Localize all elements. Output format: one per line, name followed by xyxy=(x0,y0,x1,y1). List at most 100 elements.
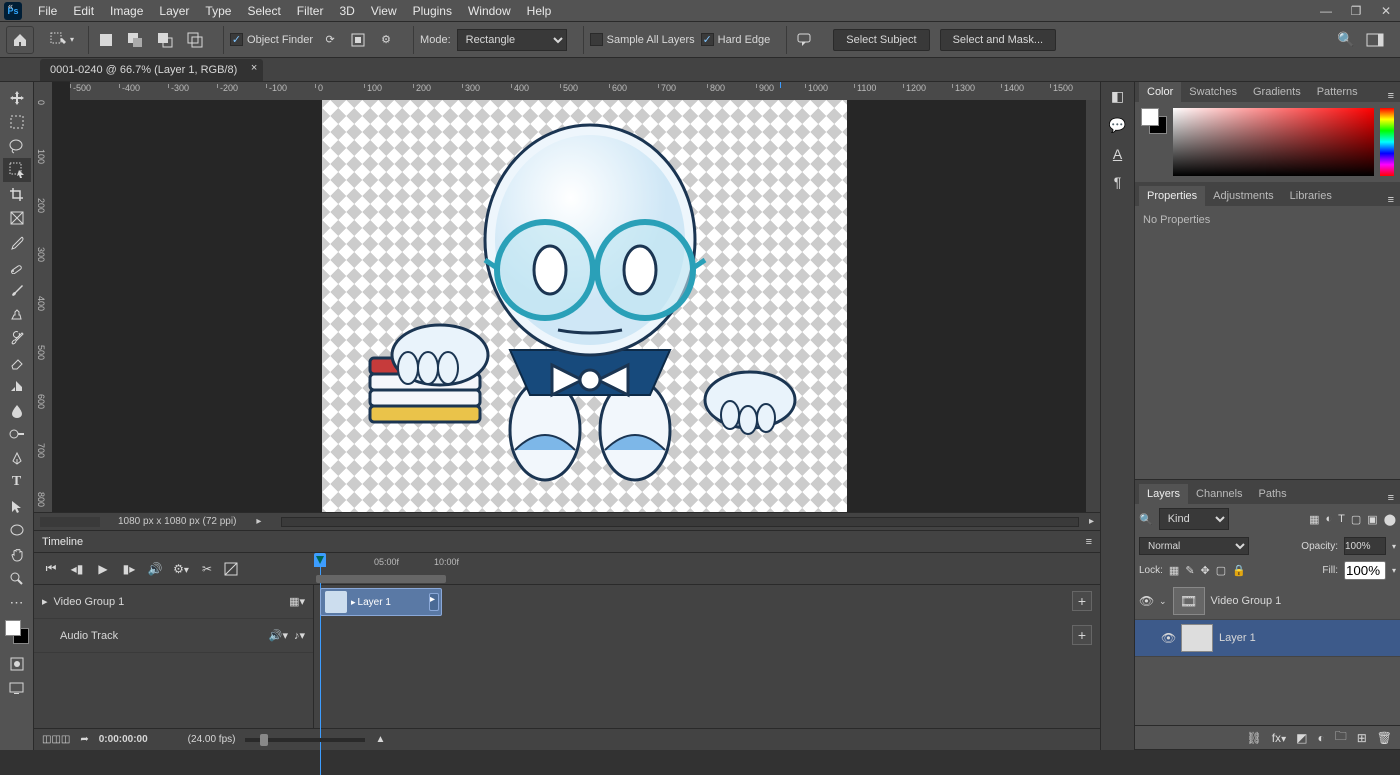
menu-file[interactable]: File xyxy=(30,4,65,18)
filter-adjust-icon[interactable]: ◐ xyxy=(1325,513,1332,526)
crop-tool-icon[interactable] xyxy=(3,182,31,206)
delete-layer-icon[interactable]: 🗑 xyxy=(1377,731,1392,745)
menu-3d[interactable]: 3D xyxy=(331,4,362,18)
vertical-ruler[interactable]: 0100200300400500600700800 xyxy=(34,100,52,512)
add-video-track-button[interactable]: + xyxy=(1072,591,1092,611)
select-subject-button[interactable]: Select Subject xyxy=(833,29,929,51)
timeline-panel-menu-icon[interactable]: ≡ xyxy=(1086,536,1092,548)
horizontal-ruler[interactable]: -500-400-300-200-10001002003004005006007… xyxy=(70,82,1100,100)
eraser-tool-icon[interactable] xyxy=(3,350,31,374)
libraries-tab[interactable]: Libraries xyxy=(1282,186,1340,206)
new-layer-icon[interactable]: ⊞ xyxy=(1357,731,1367,745)
overlay-options-icon[interactable] xyxy=(347,29,369,51)
frame-tool-icon[interactable] xyxy=(3,206,31,230)
dodge-tool-icon[interactable] xyxy=(3,422,31,446)
tool-preset-picker[interactable]: ▾ xyxy=(44,29,78,51)
gradients-tab[interactable]: Gradients xyxy=(1245,82,1309,102)
dock-comments-icon[interactable]: 💬 xyxy=(1109,117,1126,134)
filter-search-icon[interactable]: 🔍 xyxy=(1139,513,1153,526)
blur-tool-icon[interactable] xyxy=(3,398,31,422)
track-filmstrip-icon[interactable]: ▦▾ xyxy=(289,595,305,608)
patterns-tab[interactable]: Patterns xyxy=(1309,82,1366,102)
track-music-icon[interactable]: ♪▾ xyxy=(294,629,305,642)
hand-tool-icon[interactable] xyxy=(3,542,31,566)
go-to-first-frame-icon[interactable]: ⏮ xyxy=(42,561,60,576)
vertical-scrollbar[interactable] xyxy=(1086,100,1100,512)
visibility-toggle-icon[interactable]: 👁 xyxy=(1139,594,1153,608)
sample-all-layers-checkbox[interactable]: Sample All Layers xyxy=(590,33,695,46)
collapse-group-icon[interactable]: ⌄ xyxy=(1159,596,1167,607)
new-selection-icon[interactable] xyxy=(95,29,117,51)
timeline-settings-icon[interactable]: ⚙▾ xyxy=(172,562,190,576)
lasso-tool-icon[interactable] xyxy=(3,134,31,158)
clip-end-handle[interactable]: ▸ xyxy=(429,593,439,611)
color-field[interactable] xyxy=(1173,108,1374,176)
menu-window[interactable]: Window xyxy=(460,4,519,18)
color-panel-menu-icon[interactable]: ≡ xyxy=(1382,90,1400,102)
filter-pixel-icon[interactable]: ▦ xyxy=(1309,513,1319,526)
paths-tab[interactable]: Paths xyxy=(1251,484,1295,504)
expand-track-icon[interactable]: ▸ xyxy=(42,595,48,608)
minimize-icon[interactable]: — xyxy=(1316,4,1336,18)
menu-select[interactable]: Select xyxy=(239,4,288,18)
search-icon[interactable]: 🔍 xyxy=(1336,31,1356,48)
filter-smart-icon[interactable]: ▣ xyxy=(1367,513,1377,526)
horizontal-scrollbar[interactable] xyxy=(281,517,1079,527)
select-and-mask-button[interactable]: Select and Mask... xyxy=(940,29,1057,51)
menu-filter[interactable]: Filter xyxy=(289,4,332,18)
timeline-options-icon[interactable]: ◫◫◫ xyxy=(42,734,70,745)
render-icon[interactable]: ➦ xyxy=(80,734,88,745)
menu-plugins[interactable]: Plugins xyxy=(405,4,460,18)
timeline-ruler[interactable]: 05:00f 10:00f xyxy=(314,553,1100,585)
blend-mode-dropdown[interactable]: Normal xyxy=(1139,537,1249,555)
close-window-icon[interactable]: ✕ xyxy=(1376,4,1396,18)
visibility-toggle-icon[interactable]: 👁 xyxy=(1161,631,1175,645)
timeline-playhead[interactable] xyxy=(314,553,326,567)
menu-type[interactable]: Type xyxy=(197,4,239,18)
close-tab-icon[interactable]: × xyxy=(251,62,257,74)
object-finder-checkbox[interactable]: Object Finder xyxy=(230,33,313,46)
lock-all-icon[interactable]: 🔒 xyxy=(1232,564,1246,577)
swatches-tab[interactable]: Swatches xyxy=(1181,82,1245,102)
canvas-viewport[interactable] xyxy=(52,100,1086,512)
timeline-clip[interactable]: ▸ Layer 1 ▸ xyxy=(320,588,442,616)
status-scroll-left[interactable] xyxy=(40,517,100,527)
layer-group-row[interactable]: 👁 ⌄ 🎞 Video Group 1 xyxy=(1135,583,1400,620)
opacity-input[interactable] xyxy=(1344,537,1386,555)
timeline-zoom-slider[interactable] xyxy=(245,738,365,742)
fill-input[interactable] xyxy=(1344,561,1386,580)
filter-toggle-icon[interactable]: ⬤ xyxy=(1384,513,1396,526)
filter-shape-icon[interactable]: ▢ xyxy=(1351,513,1361,526)
type-tool-icon[interactable]: T xyxy=(3,470,31,494)
split-clip-icon[interactable]: ✂ xyxy=(198,562,216,576)
move-tool-icon[interactable] xyxy=(3,86,31,110)
mute-icon[interactable]: 🔊 xyxy=(146,562,164,576)
workspace-switcher-icon[interactable] xyxy=(1366,33,1386,47)
play-icon[interactable]: ▶ xyxy=(94,562,112,576)
adjustments-tab[interactable]: Adjustments xyxy=(1205,186,1282,206)
zoom-mountain-icon[interactable]: ▲ xyxy=(375,734,385,745)
layer-row[interactable]: 👁 Layer 1 xyxy=(1135,620,1400,657)
edit-toolbar-icon[interactable]: ⋯ xyxy=(3,590,31,614)
marquee-tool-icon[interactable] xyxy=(3,110,31,134)
add-selection-icon[interactable] xyxy=(123,29,147,51)
subtract-selection-icon[interactable] xyxy=(153,29,177,51)
properties-tab[interactable]: Properties xyxy=(1139,186,1205,206)
feedback-icon[interactable] xyxy=(793,29,817,51)
status-arrow-icon[interactable]: ▸ xyxy=(246,516,271,527)
add-audio-track-button[interactable]: + xyxy=(1072,625,1092,645)
healing-brush-tool-icon[interactable] xyxy=(3,254,31,278)
gradient-tool-icon[interactable] xyxy=(3,374,31,398)
timeline-tracks-area[interactable]: ▸ Layer 1 ▸ + + xyxy=(314,585,1100,728)
prev-frame-icon[interactable]: ◂▮ xyxy=(68,562,86,576)
menu-layer[interactable]: Layer xyxy=(151,4,197,18)
layers-tab[interactable]: Layers xyxy=(1139,484,1188,504)
lock-pixels-icon[interactable]: ▦ xyxy=(1169,564,1179,577)
status-arrow-right-icon[interactable]: ▸ xyxy=(1089,516,1094,527)
settings-gear-icon[interactable]: ⚙ xyxy=(375,29,397,51)
adjustment-layer-icon[interactable]: ◐ xyxy=(1317,731,1324,745)
clone-stamp-tool-icon[interactable] xyxy=(3,302,31,326)
history-brush-tool-icon[interactable] xyxy=(3,326,31,350)
foreground-background-colors[interactable] xyxy=(5,620,29,644)
menu-image[interactable]: Image xyxy=(102,4,151,18)
